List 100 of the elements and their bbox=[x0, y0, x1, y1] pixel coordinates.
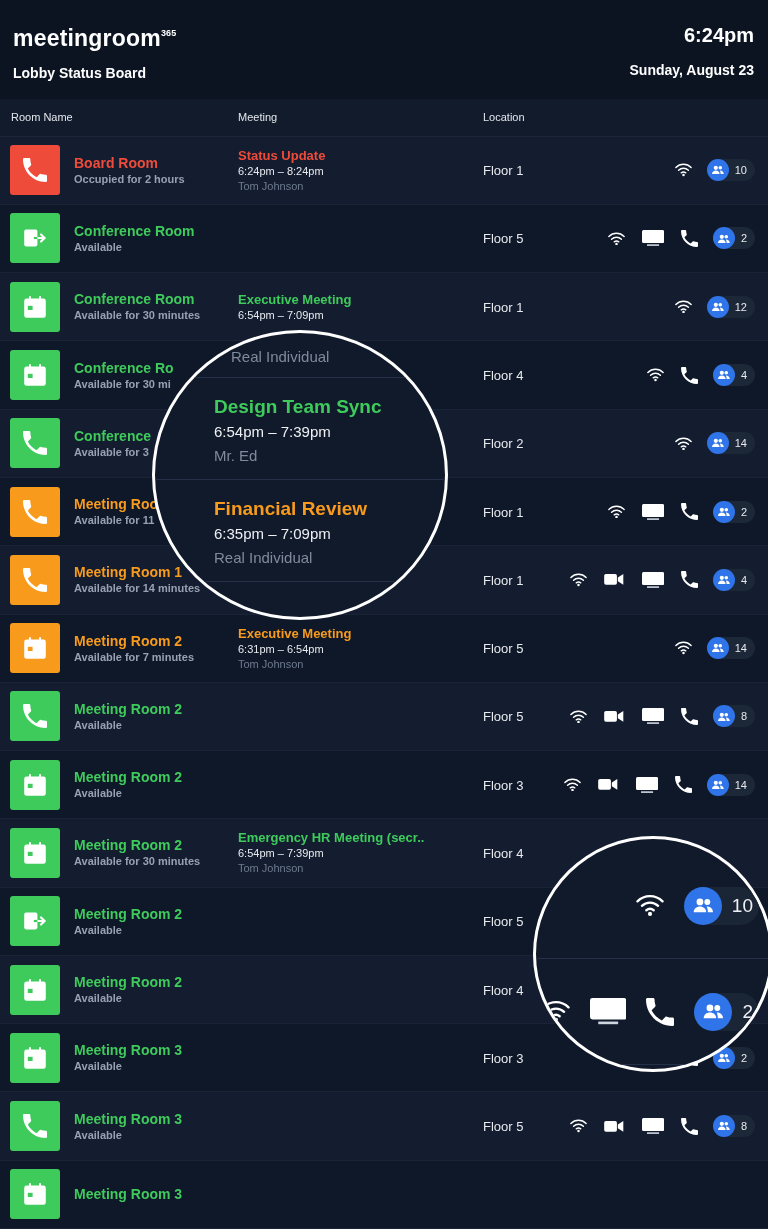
room-location: Floor 5 bbox=[482, 231, 524, 247]
logo: meetingroom$^{365}$ bbox=[13, 23, 177, 51]
wifi-icon bbox=[635, 894, 664, 917]
capacity-count: 8 bbox=[740, 710, 747, 723]
room-location: Floor 2 bbox=[482, 436, 524, 452]
people-icon bbox=[706, 773, 729, 796]
room-availability: Available for 14 minutes bbox=[74, 581, 201, 597]
column-header: Meeting bbox=[238, 111, 279, 124]
video-camera-icon bbox=[604, 573, 625, 587]
phone-icon bbox=[680, 571, 698, 589]
room-location: Floor 1 bbox=[482, 299, 524, 315]
room-location: Floor 3 bbox=[482, 1050, 524, 1066]
wifi-icon bbox=[674, 436, 692, 450]
people-icon bbox=[694, 992, 733, 1031]
meeting-title: Design Team Sync bbox=[214, 395, 383, 419]
meeting-title: Financial Review bbox=[214, 497, 369, 521]
room-location: Floor 5 bbox=[482, 1119, 524, 1135]
capacity-count: 14 bbox=[734, 642, 747, 655]
calendar-icon bbox=[23, 1182, 47, 1207]
capacity-count: 2 bbox=[742, 1000, 753, 1023]
meeting-organizer: Real Individual bbox=[231, 347, 331, 367]
capacity-count: 14 bbox=[734, 778, 747, 791]
people-icon bbox=[706, 295, 729, 318]
phone-icon bbox=[680, 707, 698, 725]
phone-icon bbox=[23, 158, 47, 183]
capacity-count: 4 bbox=[740, 369, 747, 381]
people-icon bbox=[712, 364, 735, 386]
people-icon bbox=[712, 227, 735, 250]
people-icon bbox=[712, 500, 735, 523]
calendar-icon bbox=[23, 363, 47, 387]
room-name: Conference Room bbox=[74, 290, 196, 309]
capacity-count: 8 bbox=[740, 1120, 747, 1133]
tv-icon bbox=[641, 708, 664, 725]
room-name: Meeting Room 1 bbox=[74, 563, 184, 582]
room-availability: Available bbox=[74, 1059, 123, 1075]
wifi-icon bbox=[607, 231, 625, 246]
room-availability: Available bbox=[74, 786, 123, 802]
room-name: Meeting Room 3 bbox=[74, 1185, 183, 1204]
capacity-count: 2 bbox=[740, 505, 747, 518]
room-name: Meeting Room 2 bbox=[74, 973, 183, 992]
room-location: Floor 3 bbox=[482, 777, 524, 793]
phone-icon bbox=[23, 1114, 47, 1139]
video-camera-icon bbox=[604, 1119, 625, 1133]
capacity-count: 10 bbox=[734, 164, 747, 177]
room-location: Floor 4 bbox=[482, 846, 524, 861]
room-availability: Available for 7 minutes bbox=[74, 649, 195, 665]
wifi-icon bbox=[570, 709, 588, 724]
wifi-icon bbox=[607, 504, 625, 519]
room-name: Meeting Room 3 bbox=[74, 1109, 183, 1128]
clock-time: 6:24pm bbox=[683, 23, 754, 49]
phone-icon bbox=[680, 229, 698, 247]
room-name: Conference Ro bbox=[74, 358, 174, 377]
wifi-icon bbox=[646, 368, 664, 382]
capacity-count: 10 bbox=[731, 894, 753, 917]
calendar-icon bbox=[23, 841, 47, 865]
wifi-icon bbox=[674, 641, 692, 655]
video-camera-icon bbox=[604, 710, 625, 723]
capacity-count: 14 bbox=[734, 437, 747, 450]
wifi-icon bbox=[674, 300, 692, 314]
column-header: Location bbox=[483, 111, 526, 124]
room-location: Floor 5 bbox=[482, 641, 524, 657]
capacity-count: 2 bbox=[740, 1051, 747, 1064]
meeting-time: 6:31pm – 6:54pm bbox=[238, 641, 325, 657]
capacity-count: 4 bbox=[740, 573, 747, 586]
people-icon bbox=[706, 159, 729, 182]
people-icon bbox=[712, 705, 735, 728]
capacity-count: 12 bbox=[734, 300, 747, 313]
people-icon bbox=[706, 637, 729, 660]
tv-icon bbox=[590, 998, 627, 1025]
calendar-icon bbox=[23, 772, 47, 797]
people-icon bbox=[706, 432, 729, 455]
room-location: Floor 5 bbox=[482, 914, 524, 930]
video-camera-icon bbox=[598, 778, 619, 792]
phone-icon bbox=[674, 776, 692, 794]
tv-icon bbox=[641, 571, 664, 588]
phone-icon bbox=[646, 997, 675, 1026]
wifi-icon bbox=[570, 573, 588, 587]
meeting-title: Executive Meeting bbox=[238, 290, 353, 308]
calendar-icon bbox=[23, 636, 47, 661]
phone-icon bbox=[680, 1117, 698, 1135]
room-name: Meeting Room 2 bbox=[74, 768, 183, 787]
room-location: Floor 1 bbox=[482, 572, 524, 588]
meeting-organizer: Tom Johnson bbox=[238, 656, 305, 672]
tv-icon bbox=[641, 1118, 664, 1135]
room-name: Meeting Room 2 bbox=[74, 631, 184, 650]
people-icon bbox=[712, 568, 735, 591]
meeting-time: 6:54pm – 7:09pm bbox=[238, 307, 325, 323]
room-location: Floor 1 bbox=[482, 504, 524, 520]
people-icon bbox=[712, 1115, 735, 1138]
room-name: Conference Room bbox=[74, 221, 195, 240]
wifi-icon bbox=[674, 163, 692, 177]
meeting-title: Status Update bbox=[238, 146, 327, 164]
capacity-count: 2 bbox=[740, 232, 747, 245]
tv-icon bbox=[641, 503, 664, 520]
phone-icon bbox=[23, 567, 47, 592]
calendar-icon bbox=[23, 977, 47, 1002]
meeting-time: 6:24pm – 8:24pm bbox=[238, 163, 325, 179]
meeting-title: Emergency HR Meeting (secr.. bbox=[238, 829, 426, 847]
date-label: Sunday, August 23 bbox=[629, 61, 754, 80]
meeting-time: 6:54pm – 7:39pm bbox=[238, 846, 325, 862]
